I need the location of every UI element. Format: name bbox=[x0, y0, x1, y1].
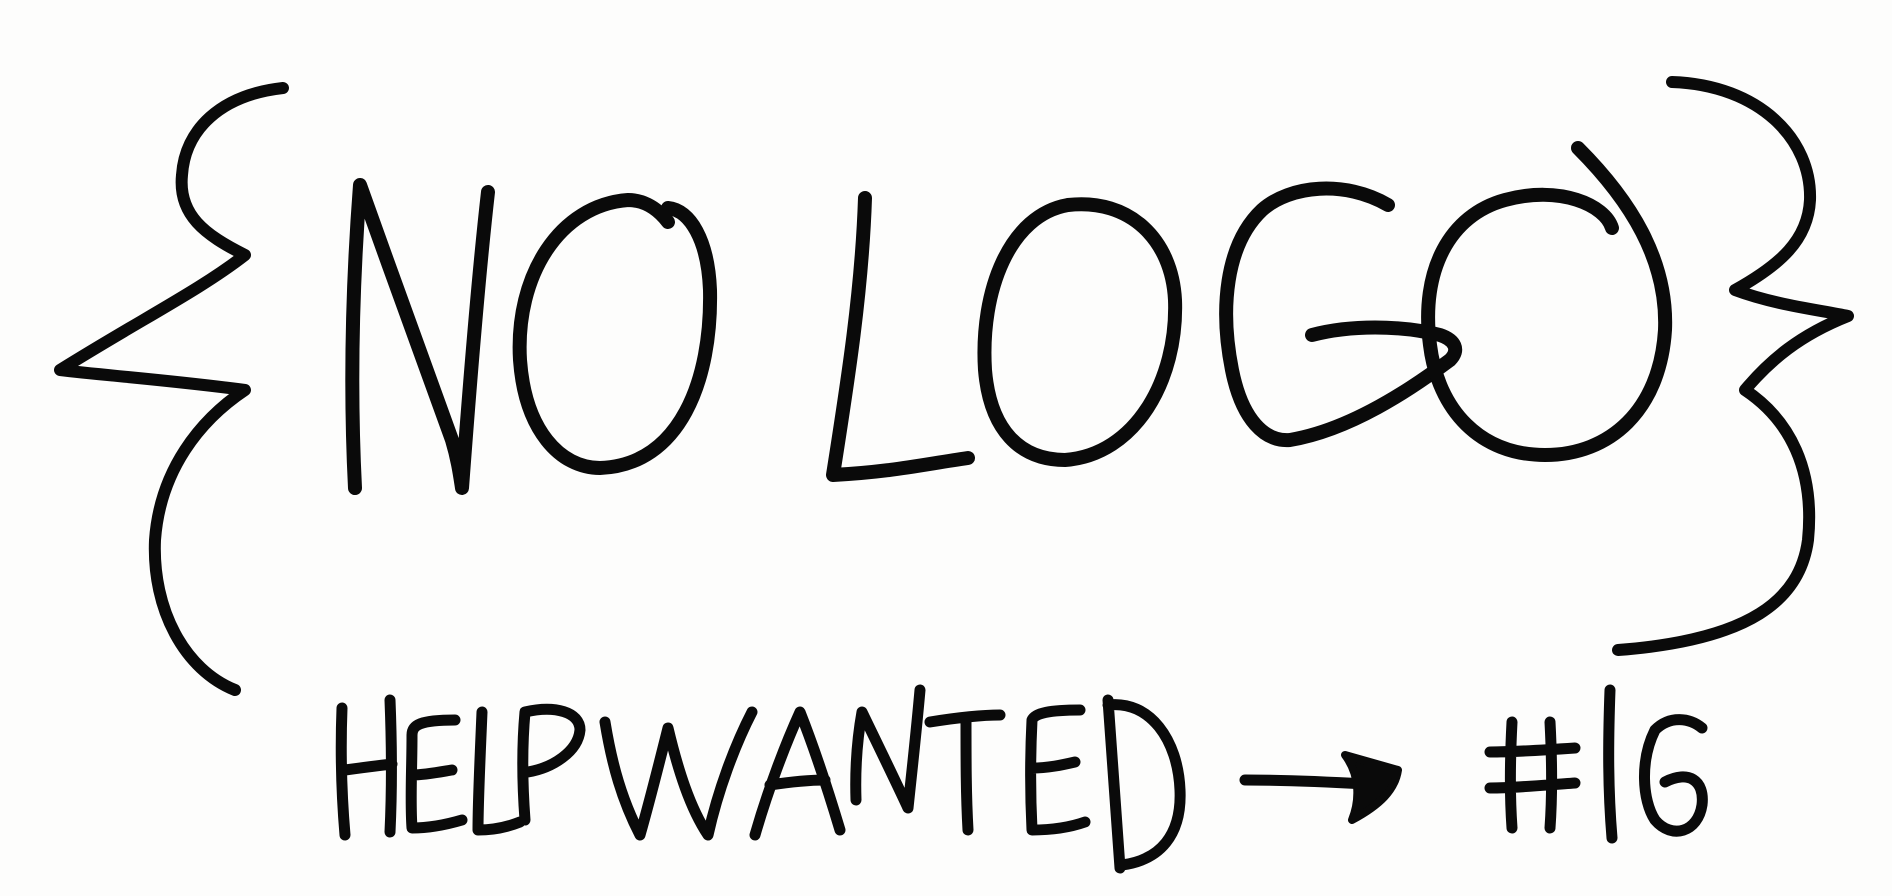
letter-g bbox=[1219, 181, 1463, 448]
digit-6 bbox=[1639, 714, 1708, 837]
letter-t bbox=[924, 709, 1006, 836]
letter-l-2 bbox=[472, 706, 526, 836]
handwriting-drawing bbox=[54, 76, 1854, 874]
left-brace-icon bbox=[54, 82, 289, 696]
letter-n bbox=[345, 178, 495, 495]
letter-w bbox=[599, 706, 758, 841]
letter-l bbox=[826, 191, 975, 482]
letter-e-1 bbox=[405, 714, 468, 834]
hash-icon bbox=[1484, 716, 1581, 834]
letter-e-2 bbox=[1025, 704, 1091, 836]
letter-o-2 bbox=[977, 197, 1183, 467]
handwritten-sign: NO LOGO HELP WANTED #16 bbox=[0, 0, 1892, 896]
letter-n-2 bbox=[850, 684, 926, 814]
letter-o-3 bbox=[1421, 141, 1673, 462]
letter-a bbox=[749, 706, 846, 841]
letter-p bbox=[517, 703, 586, 826]
letter-d bbox=[1102, 694, 1186, 874]
letter-o-1 bbox=[512, 193, 718, 475]
digit-1 bbox=[1603, 684, 1618, 844]
letter-h bbox=[335, 694, 398, 841]
arrow-right-icon bbox=[1239, 751, 1402, 824]
